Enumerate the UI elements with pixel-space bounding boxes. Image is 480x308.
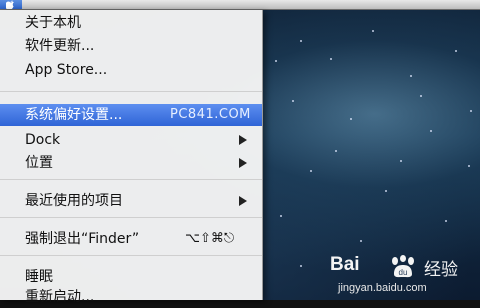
menu-item-label: 睡眠 <box>25 269 53 285</box>
menu-item-label: 最近使用的项目 <box>25 193 123 209</box>
menu-item-app-store[interactable]: App Store... <box>0 59 262 81</box>
menu-separator <box>0 179 262 180</box>
menu-item-recent-items[interactable]: 最近使用的项目 <box>0 190 262 212</box>
menu-item-dock[interactable]: Dock <box>0 129 262 151</box>
menu-item-label: 软件更新... <box>25 38 95 54</box>
menu-item-label: 重新启动... <box>25 289 95 305</box>
menu-item-label: Dock <box>25 132 61 148</box>
menubar-item[interactable] <box>410 1 450 8</box>
menu-bar <box>0 0 480 10</box>
baidu-jingyan-watermark: Bai du 经验 jingyan.baidu.com <box>330 254 475 298</box>
menu-separator <box>0 255 262 256</box>
submenu-arrow-icon <box>239 135 247 145</box>
site-watermark: PC841.COM <box>170 107 251 122</box>
menu-separator <box>0 91 262 92</box>
menu-item-system-preferences[interactable]: 系统偏好设置... PC841.COM <box>0 104 262 126</box>
svg-text:du: du <box>399 268 408 277</box>
menu-item-software-update[interactable]: 软件更新... <box>0 35 262 57</box>
menu-item-sleep[interactable]: 睡眠 <box>0 266 262 288</box>
menu-item-restart[interactable]: 重新启动... <box>0 286 262 308</box>
menu-item-about-this-mac[interactable]: 关于本机 <box>0 12 262 34</box>
menu-item-label: App Store... <box>25 62 108 78</box>
menu-item-label: 系统偏好设置... <box>25 107 123 123</box>
menubar-item[interactable] <box>48 1 88 8</box>
menu-item-force-quit[interactable]: 强制退出“Finder” ⌥⇧⌘⎋ <box>0 228 262 250</box>
baidu-jingyan-label: 经验 <box>424 260 458 280</box>
menu-separator <box>0 217 262 218</box>
menu-item-location[interactable]: 位置 <box>0 152 262 174</box>
apple-dropdown-menu: 关于本机 软件更新... App Store... 系统偏好设置... PC84… <box>0 10 263 305</box>
submenu-arrow-icon <box>239 196 247 206</box>
menubar-item[interactable] <box>120 1 160 8</box>
apple-icon <box>6 0 14 9</box>
menu-item-label: 强制退出“Finder” <box>25 231 140 247</box>
keyboard-shortcut: ⌥⇧⌘⎋ <box>185 231 235 246</box>
menu-item-label: 关于本机 <box>25 15 81 31</box>
baidu-paw-icon: du <box>392 255 414 278</box>
baidu-logo-text: Bai <box>330 254 360 275</box>
submenu-arrow-icon <box>239 158 247 168</box>
menu-item-label: 位置 <box>25 155 53 171</box>
menubar-item[interactable] <box>270 1 310 8</box>
baidu-url: jingyan.baidu.com <box>338 282 427 294</box>
menubar-item[interactable] <box>190 1 230 8</box>
menubar-item[interactable] <box>340 1 380 8</box>
apple-menu-button[interactable] <box>0 0 22 9</box>
